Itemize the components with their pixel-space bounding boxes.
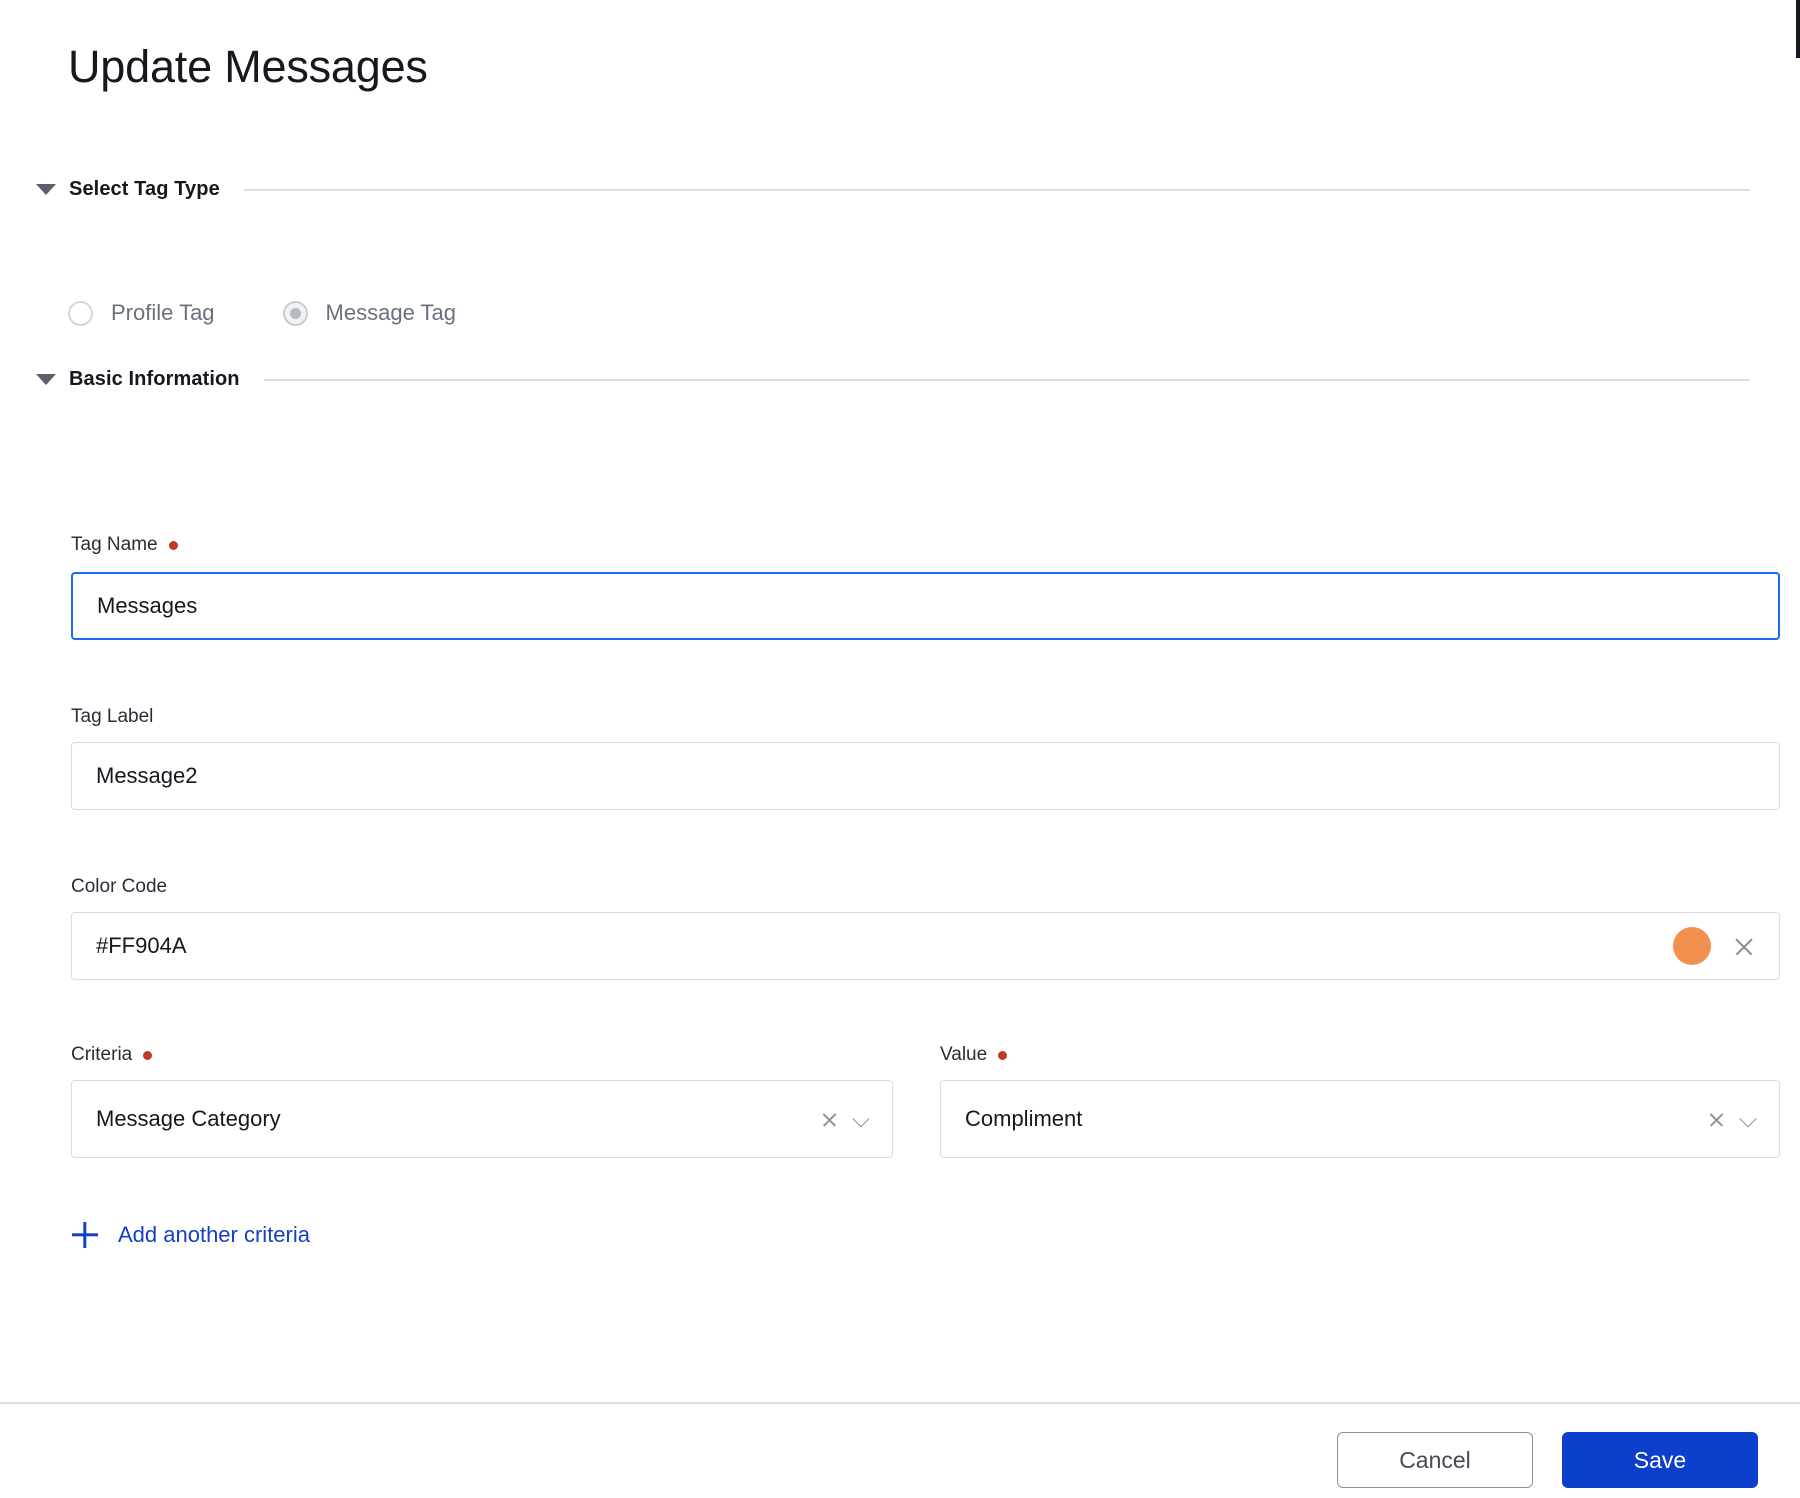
color-swatch[interactable] [1673,927,1711,965]
radio-dot [289,307,301,319]
label-color-code-text: Color Code [71,876,168,897]
radio-label-message-tag: Message Tag [325,300,456,325]
page-title: Update Messages [68,41,428,92]
section-divider [243,188,1750,191]
caret-down-icon[interactable] [36,184,56,195]
label-value-text: Value [940,1044,988,1065]
window-edge-marker [1796,0,1800,58]
label-tag-name-text: Tag Name [71,534,158,555]
caret-down-icon[interactable] [36,374,56,385]
required-indicator [998,1050,1008,1060]
radio-unchecked-icon[interactable] [68,300,93,326]
label-color-code: Color Code [71,876,167,898]
radio-label-profile-tag: Profile Tag [111,300,215,325]
radio-option-message-tag[interactable]: Message Tag [282,300,456,326]
radio-option-profile-tag[interactable]: Profile Tag [68,300,215,326]
tag-label-input[interactable]: Message2 [71,742,1780,810]
chevron-down-icon[interactable] [854,1111,870,1127]
plus-icon[interactable] [72,1222,98,1248]
value-select-icons [1708,1111,1757,1128]
required-indicator [143,1050,153,1060]
add-another-criteria-button[interactable]: Add another criteria [72,1222,310,1248]
close-icon[interactable] [1733,935,1755,957]
close-icon[interactable] [821,1111,838,1128]
value-select[interactable]: Compliment [940,1080,1780,1158]
tag-name-input[interactable]: Messages [71,572,1780,640]
footer-divider [0,1402,1800,1404]
required-indicator [168,540,178,550]
label-criteria-text: Criteria [71,1044,133,1065]
label-criteria: Criteria [71,1044,153,1066]
section-title-select-tag-type: Select Tag Type [69,178,220,200]
tag-type-radio-group: Profile Tag Message Tag [68,300,524,326]
criteria-select[interactable]: Message Category [71,1080,893,1158]
color-code-input[interactable]: #FF904A [71,912,1780,980]
section-title-basic-information: Basic Information [69,368,240,390]
cancel-button[interactable]: Cancel [1337,1432,1533,1488]
radio-checked-icon[interactable] [282,300,308,326]
criteria-select-icons [821,1111,870,1128]
label-tag-name: Tag Name [71,534,178,556]
tag-name-value: Messages [97,593,198,618]
close-icon[interactable] [1708,1111,1725,1128]
chevron-down-icon[interactable] [1741,1111,1757,1127]
footer-actions: Cancel Save [1337,1432,1758,1488]
label-value: Value [940,1044,1008,1066]
color-code-value: #FF904A [96,933,187,958]
section-divider [263,378,1750,381]
add-another-criteria-label: Add another criteria [118,1222,310,1247]
label-tag-label: Tag Label [71,706,153,728]
save-button[interactable]: Save [1562,1432,1758,1488]
section-header-select-tag-type[interactable]: Select Tag Type [36,178,1750,201]
criteria-selected-value: Message Category [96,1106,281,1131]
tag-label-value: Message2 [96,763,198,788]
update-messages-dialog: Update Messages Select Tag Type Profile … [0,0,1800,1498]
label-tag-label-text: Tag Label [71,706,154,727]
section-header-basic-information[interactable]: Basic Information [36,368,1750,391]
value-selected-value: Compliment [965,1106,1083,1131]
